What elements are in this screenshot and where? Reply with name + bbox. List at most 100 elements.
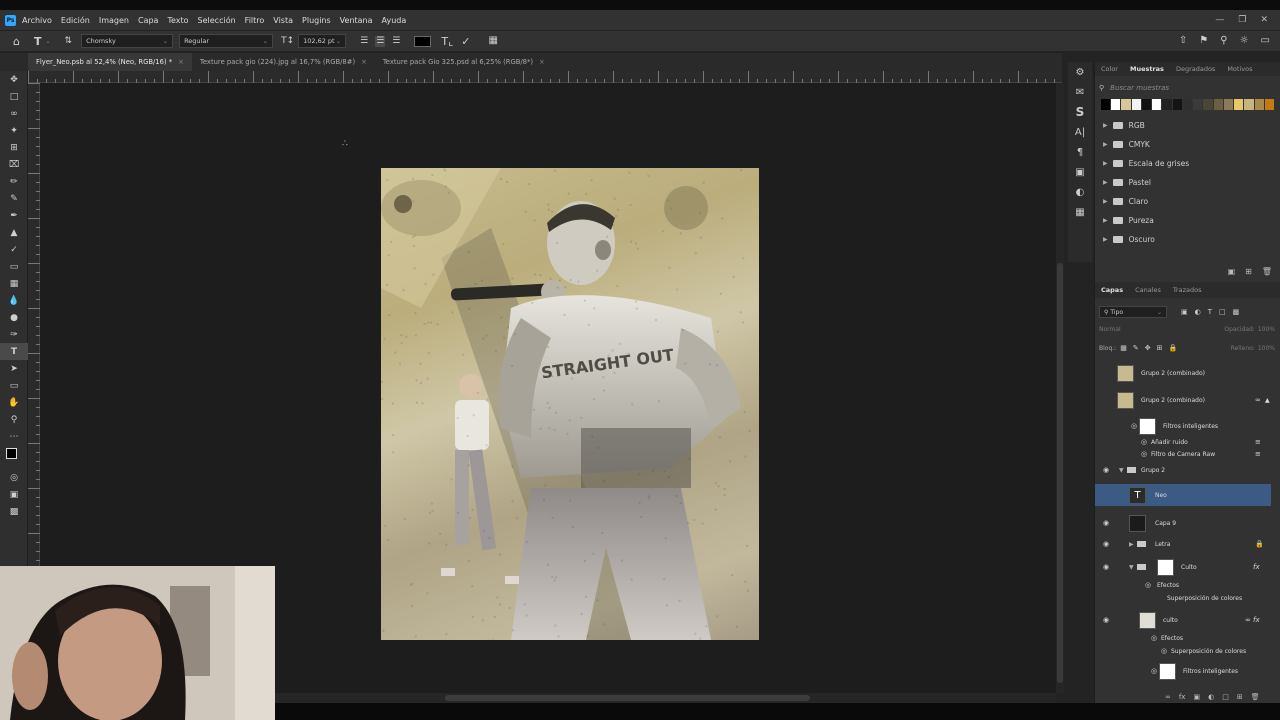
eye-icon[interactable]: ◎ (1159, 647, 1169, 655)
gradient-tool-icon[interactable]: ▦ (0, 275, 28, 292)
new-adjustment-icon[interactable]: ◐ (1208, 693, 1214, 701)
tab-color[interactable]: Color (1101, 65, 1118, 73)
font-size-select[interactable]: 102,62 pt ⌄ (298, 34, 347, 48)
swatch-group-pastel[interactable]: ▶ Pastel (1095, 173, 1280, 192)
minimize-icon[interactable]: — (1215, 15, 1224, 25)
trash-icon[interactable]: 🗑 (1251, 693, 1260, 701)
adjustments-icon[interactable]: ◐ (1068, 182, 1092, 202)
type-tool-icon[interactable]: T (0, 343, 28, 360)
align-left-icon[interactable]: ☰ (360, 36, 368, 46)
color-swatch[interactable] (1264, 99, 1274, 110)
zoom-tool-icon[interactable]: ⚲ (0, 411, 28, 428)
vertical-scrollbar[interactable] (1056, 83, 1064, 693)
color-swatch[interactable] (1111, 99, 1121, 110)
quick-mask-icon[interactable]: ◎ (0, 469, 28, 486)
screen-mode-icon[interactable]: ▣ (0, 486, 28, 503)
add-mask-icon[interactable]: ▣ (1193, 693, 1200, 701)
layer-row[interactable]: ◎ Añadir ruido ≡ (1095, 436, 1271, 448)
eyedropper-tool-icon[interactable]: ✏ (0, 173, 28, 190)
font-family-select[interactable]: Chomsky ⌄ (81, 34, 174, 48)
layer-row[interactable]: ◎ Efectos (1095, 579, 1271, 591)
warp-text-icon[interactable]: T⌞ (441, 36, 453, 47)
new-group-icon[interactable]: ▣ (1228, 267, 1236, 276)
swatch-group-pureza[interactable]: ▶ Pureza (1095, 211, 1280, 230)
tab-muestras[interactable]: Muestras (1130, 65, 1164, 73)
edit-toolbar-icon[interactable]: ▩ (0, 503, 28, 520)
eye-icon[interactable]: ◎ (1129, 422, 1139, 430)
character-icon[interactable]: A| (1068, 122, 1092, 142)
properties-icon[interactable]: ▦ (1068, 202, 1092, 222)
path-selection-tool-icon[interactable]: ➤ (0, 360, 28, 377)
new-layer-icon[interactable]: ⊞ (1237, 693, 1243, 701)
menu-ayuda[interactable]: Ayuda (382, 16, 407, 25)
layer-effects-icon[interactable]: fx (1253, 563, 1260, 571)
dodge-tool-icon[interactable]: ● (0, 309, 28, 326)
tool-preset-chevron-icon[interactable]: ⌄ (46, 38, 51, 45)
close-tab-icon[interactable]: × (178, 58, 184, 66)
color-swatch[interactable] (1234, 99, 1244, 110)
chevron-right-icon[interactable]: ▶ (1129, 541, 1134, 548)
lock-position-icon[interactable]: ✥ (1145, 344, 1151, 352)
tab-canales[interactable]: Canales (1135, 286, 1161, 294)
chevron-up-icon[interactable]: ▲ (1265, 397, 1270, 404)
filter-options-icon[interactable]: ≡ (1255, 438, 1261, 446)
stock-icon[interactable]: S (1068, 102, 1092, 122)
text-color-swatch[interactable] (414, 35, 432, 47)
layer-row[interactable]: ◎ Filtro de Camera Raw ≡ (1095, 448, 1271, 460)
lock-paint-icon[interactable]: ✎ (1133, 344, 1139, 352)
tab-flyer-neo[interactable]: Flyer_Neo.psb al 52,4% (Neo, RGB/16) * × (28, 53, 192, 71)
color-swatch[interactable] (1101, 99, 1111, 110)
tab-trazados[interactable]: Trazados (1173, 286, 1202, 294)
swatch-group-claro[interactable]: ▶ Claro (1095, 192, 1280, 211)
home-icon[interactable]: ⌂ (13, 36, 20, 47)
rectangle-tool-icon[interactable]: ▭ (0, 377, 28, 394)
vertical-scroll-thumb[interactable] (1057, 263, 1063, 683)
layer-row[interactable]: Superposición de colores (1095, 592, 1271, 604)
workspace-icon[interactable]: ▭ (1261, 36, 1270, 46)
color-swatch[interactable] (1193, 99, 1203, 110)
paragraph-icon[interactable]: ¶ (1068, 142, 1092, 162)
fill-input[interactable]: 100% (1258, 345, 1275, 352)
swatch-group-oscuro[interactable]: ▶ Oscuro (1095, 230, 1280, 249)
eye-icon[interactable]: ◎ (1139, 438, 1149, 446)
color-swatch[interactable] (1131, 99, 1141, 110)
tab-capas[interactable]: Capas (1101, 286, 1123, 294)
flyer-artwork[interactable]: STRAIGHT OUT (381, 168, 759, 640)
menu-capa[interactable]: Capa (138, 16, 158, 25)
eye-icon[interactable]: ◉ (1101, 466, 1111, 474)
restore-icon[interactable]: ❐ (1238, 15, 1246, 25)
lock-all-icon[interactable]: 🔒 (1168, 344, 1177, 352)
layer-row[interactable]: Grupo 2 (combinado) ∞ ▲ (1095, 389, 1271, 411)
move-tool-icon[interactable]: ✥ (0, 71, 28, 88)
eye-icon[interactable]: ◉ (1101, 616, 1111, 624)
menu-ventana[interactable]: Ventana (340, 16, 373, 25)
color-swatch[interactable] (1203, 99, 1213, 110)
menu-filtro[interactable]: Filtro (245, 16, 265, 25)
new-group-icon[interactable]: □ (1222, 693, 1229, 701)
layer-row[interactable]: ◎ Superposición de colores (1095, 645, 1271, 657)
tab-texture-pack-325[interactable]: Texture pack Gio 325.psd al 6,25% (RGB/8… (374, 53, 553, 71)
new-swatch-icon[interactable]: ⊞ (1245, 267, 1252, 276)
eye-icon[interactable]: ◎ (1139, 450, 1149, 458)
blur-tool-icon[interactable]: 💧 (0, 292, 28, 309)
history-icon[interactable]: ⚙ (1068, 62, 1092, 82)
menu-imagen[interactable]: Imagen (99, 16, 129, 25)
eye-icon[interactable]: ◎ (1149, 634, 1159, 642)
swatch-group-rgb[interactable]: ▶ RGB (1095, 116, 1280, 135)
align-center-icon[interactable]: ☰ (375, 35, 386, 47)
eye-icon[interactable]: ◉ (1101, 563, 1111, 571)
eye-icon[interactable]: ◎ (1143, 581, 1153, 589)
color-swatch[interactable] (1162, 99, 1172, 110)
clone-stamp-tool-icon[interactable]: ▲ (0, 224, 28, 241)
eye-icon[interactable]: ◉ (1101, 519, 1111, 527)
marquee-tool-icon[interactable]: □ (0, 88, 28, 105)
quick-selection-tool-icon[interactable]: ✦ (0, 122, 28, 139)
close-tab-icon[interactable]: × (361, 58, 367, 66)
color-swatch[interactable] (1152, 99, 1162, 110)
blend-mode-select[interactable]: Normal (1099, 326, 1121, 333)
layer-row[interactable]: ◎ Filtros inteligentes (1095, 415, 1271, 437)
chevron-down-icon[interactable]: ▼ (1119, 467, 1124, 474)
menu-texto[interactable]: Texto (167, 16, 188, 25)
menu-plugins[interactable]: Plugins (302, 16, 331, 25)
close-tab-icon[interactable]: × (539, 58, 545, 66)
